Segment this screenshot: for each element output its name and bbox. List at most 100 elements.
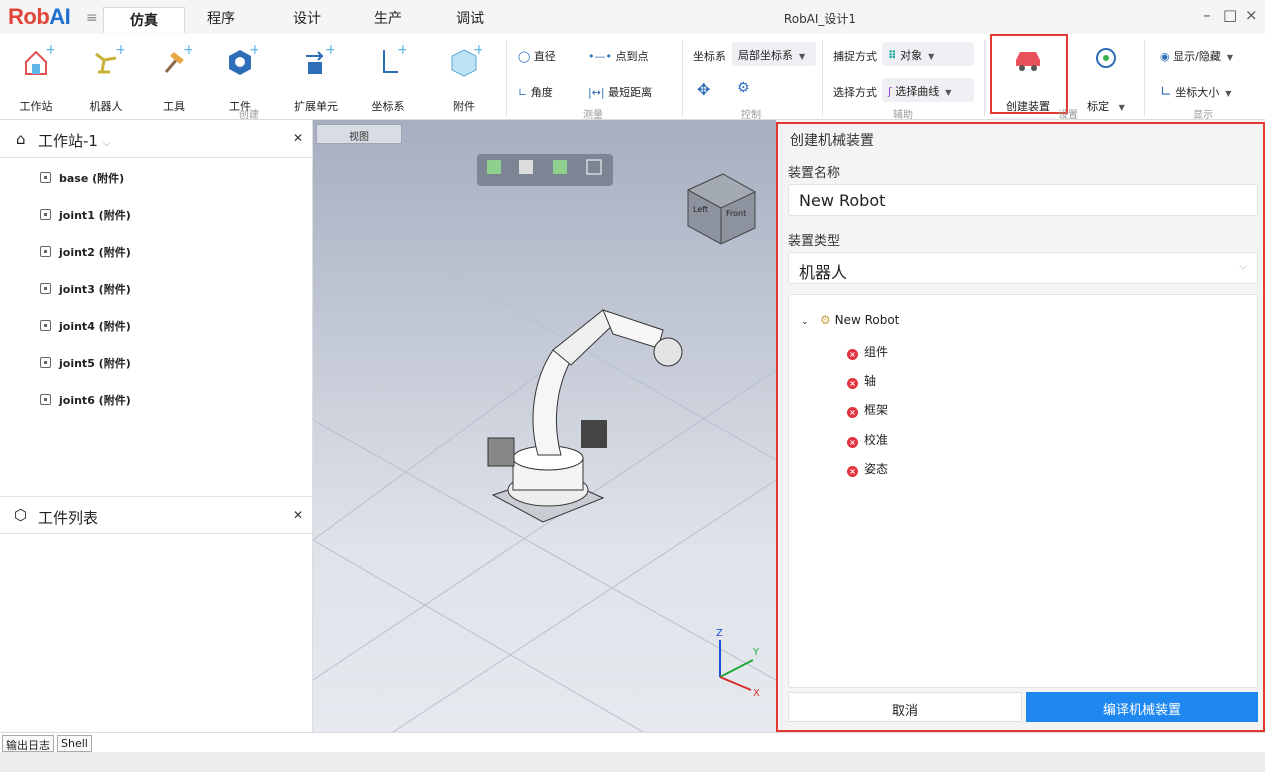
component-icon [40, 209, 51, 220]
tab-design[interactable]: 设计 [282, 8, 332, 34]
tree-item-joint3[interactable]: joint3 (附件) [40, 281, 131, 297]
tab-shell[interactable]: Shell [57, 735, 92, 752]
app-logo: RobAI [8, 4, 71, 29]
tree-item-base[interactable]: base (附件) [40, 170, 124, 186]
angle-tool[interactable]: ∟ 角度 [518, 84, 553, 100]
coord-system-label: 坐标系 [693, 50, 726, 63]
tree-item-joint6[interactable]: joint6 (附件) [40, 392, 131, 408]
robot-button[interactable]: + 机器人 [82, 44, 130, 114]
svg-text:+: + [115, 44, 124, 58]
tree-item-joint5[interactable]: joint5 (附件) [40, 355, 131, 371]
create-device-highlight [990, 34, 1068, 114]
3d-viewport[interactable]: 视图 Left Front Z Y X [313, 120, 776, 732]
calibrate-button[interactable]: 标定 ▼ [1078, 44, 1134, 113]
attachment-button[interactable]: + 附件 [432, 44, 496, 114]
svg-text:Y: Y [752, 647, 760, 658]
point-to-point-tool[interactable]: •—• 点到点 [588, 48, 648, 64]
tab-program[interactable]: 程序 [196, 8, 246, 34]
snap-mode-label: 捕捉方式 [833, 50, 877, 63]
viewport-scene: Left Front Z Y X [313, 154, 776, 732]
move-icon[interactable]: ✥ [697, 80, 710, 99]
station-panel-header: ⌂ 工作站-1 ⌵ ✕ [0, 120, 313, 158]
close-icon[interactable]: × [1245, 6, 1258, 24]
svg-text:+: + [45, 44, 54, 58]
tab-debug[interactable]: 调试 [445, 8, 495, 34]
coordinate-system-button[interactable]: + 坐标系 [364, 44, 412, 114]
component-icon [40, 394, 51, 405]
left-panel: ⌂ 工作站-1 ⌵ ✕ base (附件) joint1 (附件) joint2… [0, 120, 313, 732]
svg-text:X: X [753, 688, 760, 699]
tree-item-joint2[interactable]: joint2 (附件) [40, 244, 131, 260]
target-icon [1096, 48, 1116, 68]
extension-unit-button[interactable]: + 扩展单元 [288, 44, 344, 114]
axes-icon: + [383, 44, 406, 73]
diameter-tool[interactable]: ◯ 直径 [518, 48, 556, 64]
assist-group-label: 辅助 [893, 110, 913, 121]
coord-size-button[interactable]: ∟ 坐标大小 ▼ [1160, 84, 1231, 100]
settings-group-label: 设置 [1058, 110, 1078, 121]
control-group-label: 控制 [741, 110, 761, 121]
robot-jog-icon[interactable]: ⚙ [737, 80, 750, 96]
svg-text:+: + [325, 44, 334, 58]
station-icon: + [25, 44, 54, 75]
extension-icon: + [306, 44, 334, 74]
menu-icon[interactable]: ≡ [86, 10, 98, 26]
create-device-panel: 创建机械装置 装置名称 New Robot 装置类型 机器人 ⌵ ⌄ ⚙ New … [776, 120, 1265, 732]
svg-text:+: + [473, 44, 482, 58]
svg-text:+: + [249, 44, 258, 58]
diameter-icon: ◯ [518, 50, 531, 63]
window-title: RobAI_设计1 [783, 12, 857, 26]
grid-dots-icon: ⠿ [888, 49, 897, 62]
cube-outline-icon: ⬡ [14, 506, 28, 524]
robot-icon: + [95, 44, 124, 74]
svg-text:Front: Front [726, 209, 746, 218]
tab-simulation[interactable]: 仿真 [103, 7, 185, 33]
component-icon [40, 320, 51, 331]
min-distance-tool[interactable]: |↔| 最短距离 [588, 84, 652, 100]
tool-button[interactable]: + 工具 [150, 44, 198, 114]
tree-item-joint4[interactable]: joint4 (附件) [40, 318, 131, 334]
workpiece-button[interactable]: + 工件 [216, 44, 264, 114]
select-mode-label: 选择方式 [833, 86, 877, 99]
close-workpiece-panel-icon[interactable]: ✕ [293, 508, 303, 522]
select-mode-dropdown[interactable]: ʃ 选择曲线 ▼ [882, 78, 974, 102]
station-button[interactable]: + 工作站 [12, 44, 60, 114]
svg-text:+: + [397, 44, 406, 58]
svg-text:Left: Left [693, 205, 708, 214]
close-station-panel-icon[interactable]: ✕ [293, 131, 303, 145]
axis-size-icon: ∟ [1160, 84, 1172, 100]
robot-model [487, 309, 683, 523]
curve-icon: ʃ [888, 85, 892, 98]
snap-mode-dropdown[interactable]: ⠿ 对象 ▼ [882, 42, 974, 66]
svg-text:+: + [183, 44, 192, 58]
svg-text:Z: Z [716, 628, 723, 639]
status-bar [0, 752, 1265, 772]
min-distance-icon: |↔| [588, 86, 605, 99]
point-to-point-icon: •—• [588, 50, 612, 63]
create-group-label: 创建 [239, 110, 259, 121]
component-icon [40, 246, 51, 257]
station-title[interactable]: 工作站-1 ⌵ [38, 130, 110, 151]
angle-icon: ∟ [518, 86, 528, 99]
nut-icon: + [229, 44, 258, 75]
coord-system-dropdown[interactable]: 局部坐标系 ▼ [732, 42, 816, 66]
axis-triad: Z Y X [716, 628, 760, 699]
minimize-icon[interactable]: – [1203, 6, 1211, 24]
tree-item-joint1[interactable]: joint1 (附件) [40, 207, 131, 223]
ribbon-toolbar: + 工作站 + 机器人 + 工具 + 工件 创建 + 扩展单元 + 坐标系 + … [0, 34, 1265, 121]
tab-output-log[interactable]: 输出日志 [2, 735, 54, 752]
workpiece-panel-header: ⬡ 工件列表 ✕ [0, 496, 313, 534]
show-hide-button[interactable]: ◉ 显示/隐藏 ▼ [1160, 48, 1233, 64]
title-bar: RobAI ≡ 仿真 程序 设计 生产 调试 RobAI_设计1 – □ × [0, 0, 1265, 34]
panel-highlight [776, 122, 1265, 732]
home-icon: ⌂ [16, 130, 26, 148]
eye-icon: ◉ [1160, 50, 1170, 63]
maximize-icon[interactable]: □ [1223, 6, 1237, 24]
workpiece-title: 工件列表 [38, 509, 99, 527]
hammer-icon: + [164, 44, 192, 73]
component-icon [40, 283, 51, 294]
tab-production[interactable]: 生产 [363, 8, 413, 34]
cube-icon: + [451, 44, 482, 77]
component-icon [40, 172, 51, 183]
bottom-tabs: 输出日志 Shell [0, 732, 1265, 752]
